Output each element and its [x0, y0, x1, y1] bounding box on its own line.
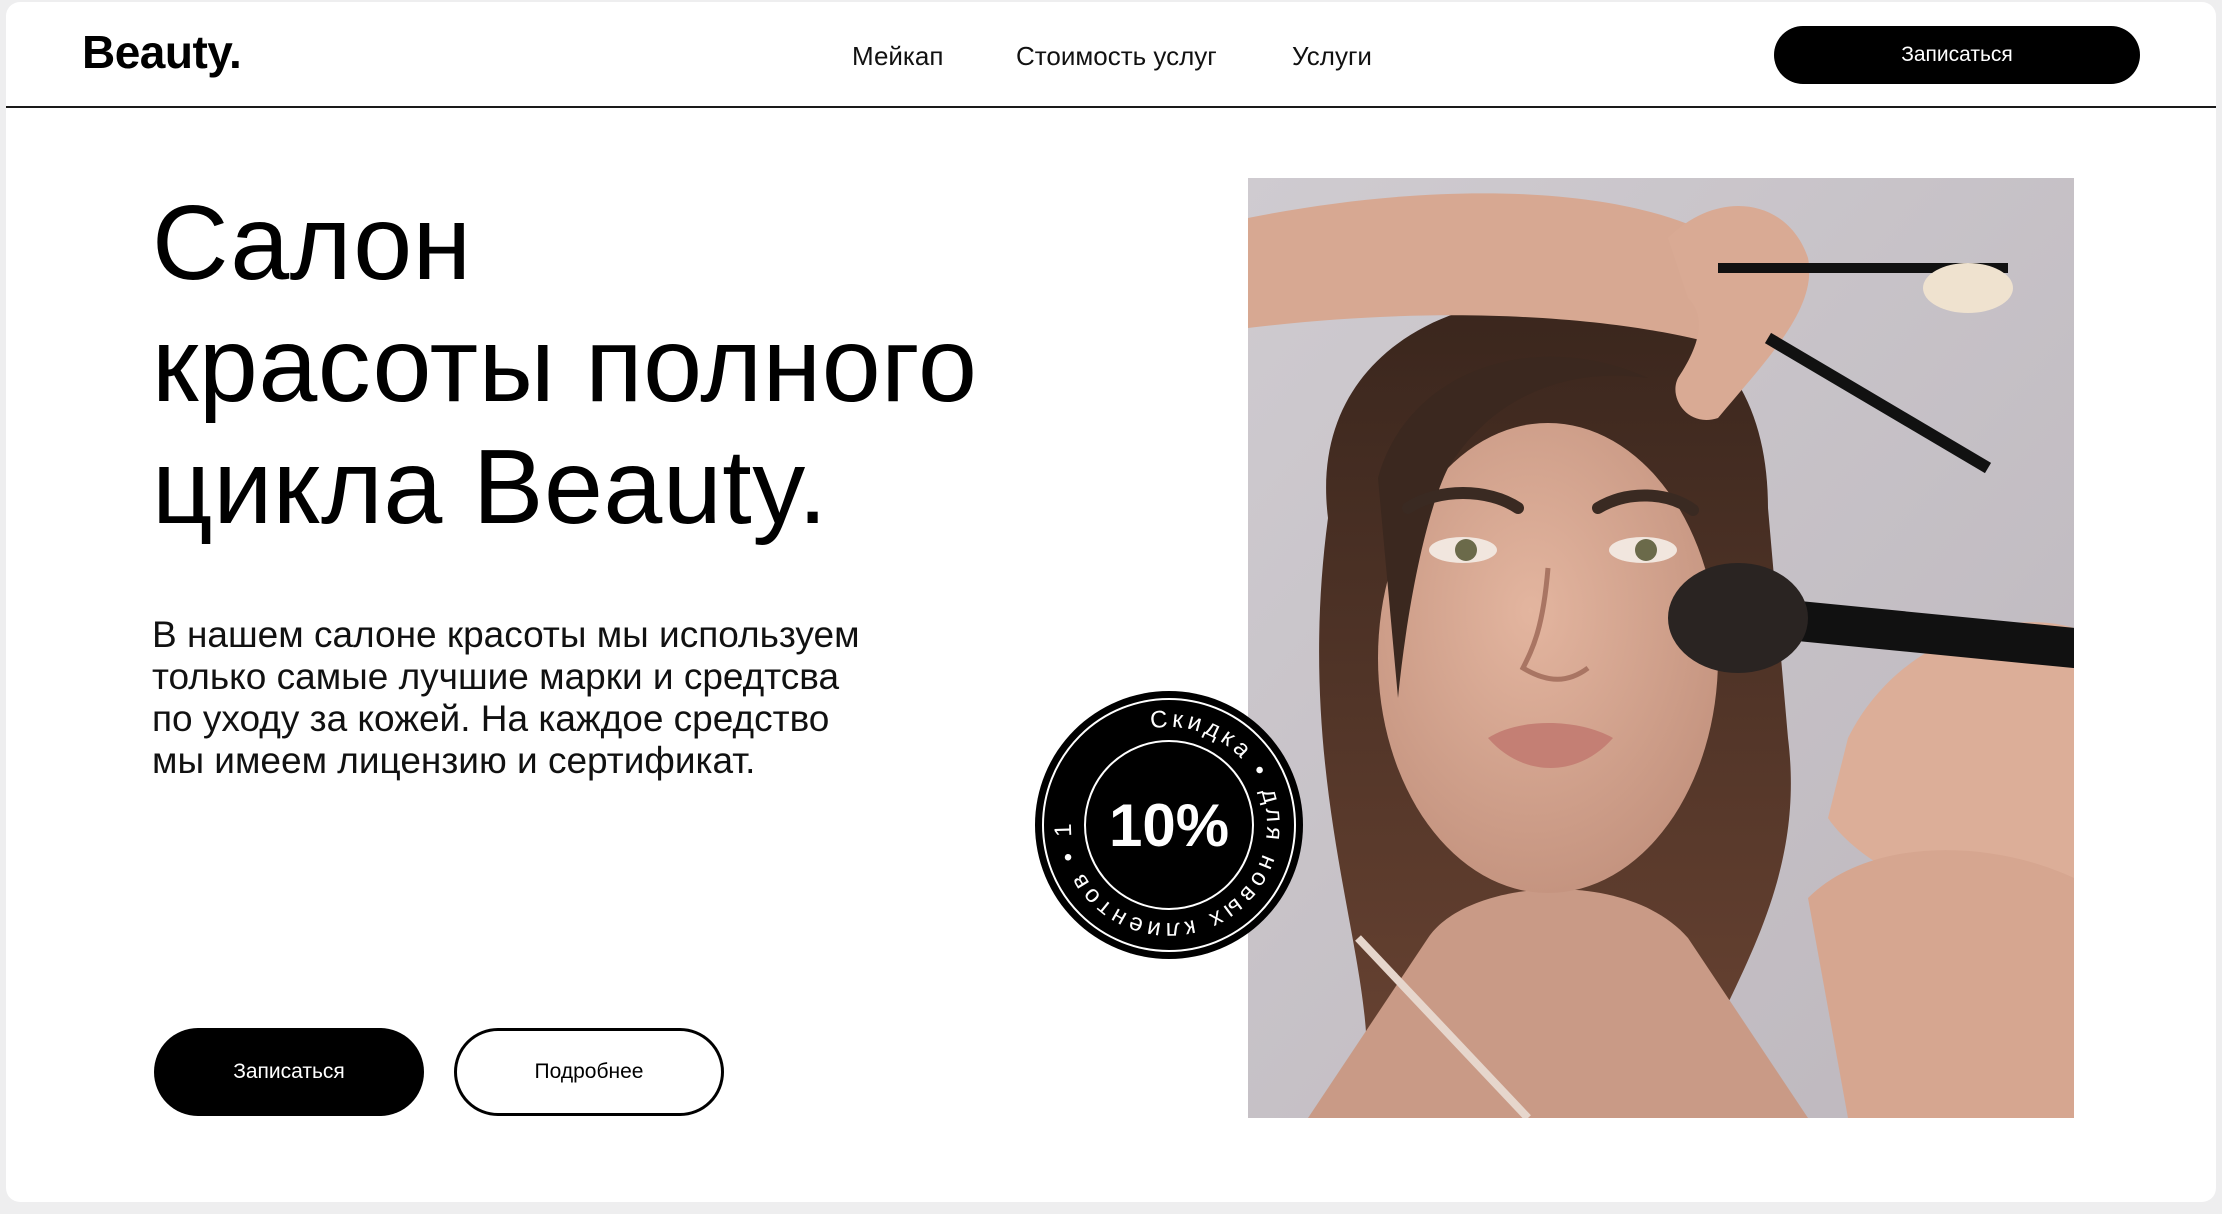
hero-title-line: цикла Beauty. — [152, 428, 828, 546]
description-line: В нашем салоне красоты мы используем — [152, 614, 860, 655]
hero-photo — [1248, 178, 2074, 1118]
header-signup-button[interactable]: Записаться — [1774, 26, 2140, 84]
discount-badge: Скидка • для новых клиентов • 10% • 10% — [1019, 667, 1306, 962]
hero-title-line: красоты полного — [152, 306, 978, 424]
page: Beauty. Мейкап Стоимость услуг Услуги За… — [6, 2, 2216, 1202]
description-line: мы имеем лицензию и сертификат. — [152, 740, 756, 781]
model-portrait-illustration — [1248, 178, 2074, 1118]
hero-title: Салон красоты полного цикла Beauty. — [152, 182, 1132, 548]
nav-item-services[interactable]: Услуги — [1292, 38, 1372, 74]
hero-description: В нашем салоне красоты мы используем тол… — [152, 614, 932, 782]
header: Beauty. Мейкап Стоимость услуг Услуги За… — [6, 2, 2216, 108]
hero-title-line: Салон — [152, 184, 472, 302]
nav-item-makeup[interactable]: Мейкап — [852, 38, 943, 74]
nav-item-prices[interactable]: Стоимость услуг — [1016, 38, 1217, 74]
description-line: по уходу за кожей. На каждое средство — [152, 698, 830, 739]
description-line: только самые лучшие марки и средтсва — [152, 656, 840, 697]
badge-percent: 10% — [1108, 791, 1230, 859]
more-info-button[interactable]: Подробнее — [454, 1028, 724, 1116]
logo[interactable]: Beauty. — [82, 24, 242, 80]
signup-button[interactable]: Записаться — [154, 1028, 424, 1116]
